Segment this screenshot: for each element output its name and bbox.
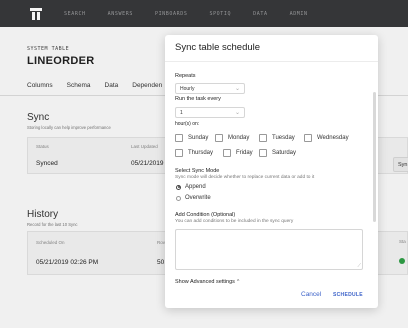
advanced-settings-label: Show Advanced settings <box>175 279 235 285</box>
chevron-down-icon: ⌄ <box>234 110 240 116</box>
cancel-button[interactable]: Cancel <box>301 291 321 298</box>
radio-overwrite[interactable]: Overwrite <box>176 195 211 201</box>
resize-grip-icon[interactable]: ⟋ <box>357 263 361 269</box>
checkbox-label: Wednesday <box>317 135 349 141</box>
radio-unselected-icon[interactable] <box>176 195 181 201</box>
radio-selected-icon[interactable] <box>176 184 181 190</box>
checkbox-box[interactable] <box>259 149 267 157</box>
modal-scrollbar[interactable] <box>373 62 376 292</box>
run-every-select[interactable]: 1 ⌄ <box>175 107 245 118</box>
checkbox-thursday[interactable]: Thursday <box>175 149 213 157</box>
modal-header-divider <box>165 61 378 62</box>
sync-schedule-modal: Sync table schedule Repeats Hourly ⌄ Run… <box>165 35 378 308</box>
checkbox-label: Tuesday <box>272 135 295 141</box>
sync-mode-label: Select Sync Mode <box>175 168 220 174</box>
checkbox-label: Thursday <box>188 150 214 156</box>
condition-label: Add Condition (Optional) <box>175 212 236 218</box>
condition-help: You can add conditions to be included in… <box>175 219 294 224</box>
run-every-label: Run the task every <box>175 96 221 102</box>
checkbox-sunday[interactable]: Sunday <box>175 134 208 142</box>
checkbox-label: Saturday <box>272 150 297 156</box>
checkbox-label: Monday <box>228 135 250 141</box>
advanced-settings-toggle[interactable]: Show Advanced settings ^ <box>175 279 239 285</box>
checkbox-monday[interactable]: Monday <box>215 134 249 142</box>
modal-title: Sync table schedule <box>175 42 261 53</box>
radio-label: Overwrite <box>185 195 211 201</box>
checkbox-box[interactable] <box>259 134 267 142</box>
repeats-select-value: Hourly <box>180 86 195 92</box>
checkbox-label: Friday <box>236 150 253 156</box>
repeats-label: Repeats <box>175 73 196 79</box>
checkbox-box[interactable] <box>223 149 231 157</box>
chevron-up-icon: ^ <box>236 279 240 285</box>
run-every-select-value: 1 <box>180 110 183 116</box>
checkbox-box[interactable] <box>175 149 183 157</box>
checkbox-saturday[interactable]: Saturday <box>259 149 296 157</box>
checkbox-box[interactable] <box>304 134 312 142</box>
checkbox-wednesday[interactable]: Wednesday <box>304 134 349 142</box>
radio-label: Append <box>185 184 206 190</box>
checkbox-label: Sunday <box>188 135 209 141</box>
checkbox-friday[interactable]: Friday <box>223 149 253 157</box>
checkbox-box[interactable] <box>215 134 223 142</box>
repeats-select[interactable]: Hourly ⌄ <box>175 83 245 94</box>
chevron-down-icon: ⌄ <box>234 86 240 92</box>
schedule-button[interactable]: SCHEDULE <box>333 292 363 298</box>
sync-mode-help: Sync mode will decide whether to replace… <box>175 175 315 180</box>
checkbox-box[interactable] <box>175 134 183 142</box>
radio-append[interactable]: Append <box>176 184 206 190</box>
condition-textarea[interactable]: ⟋ <box>175 229 363 270</box>
hours-on-label: hour(s) on: <box>175 121 200 127</box>
checkbox-tuesday[interactable]: Tuesday <box>259 134 295 142</box>
